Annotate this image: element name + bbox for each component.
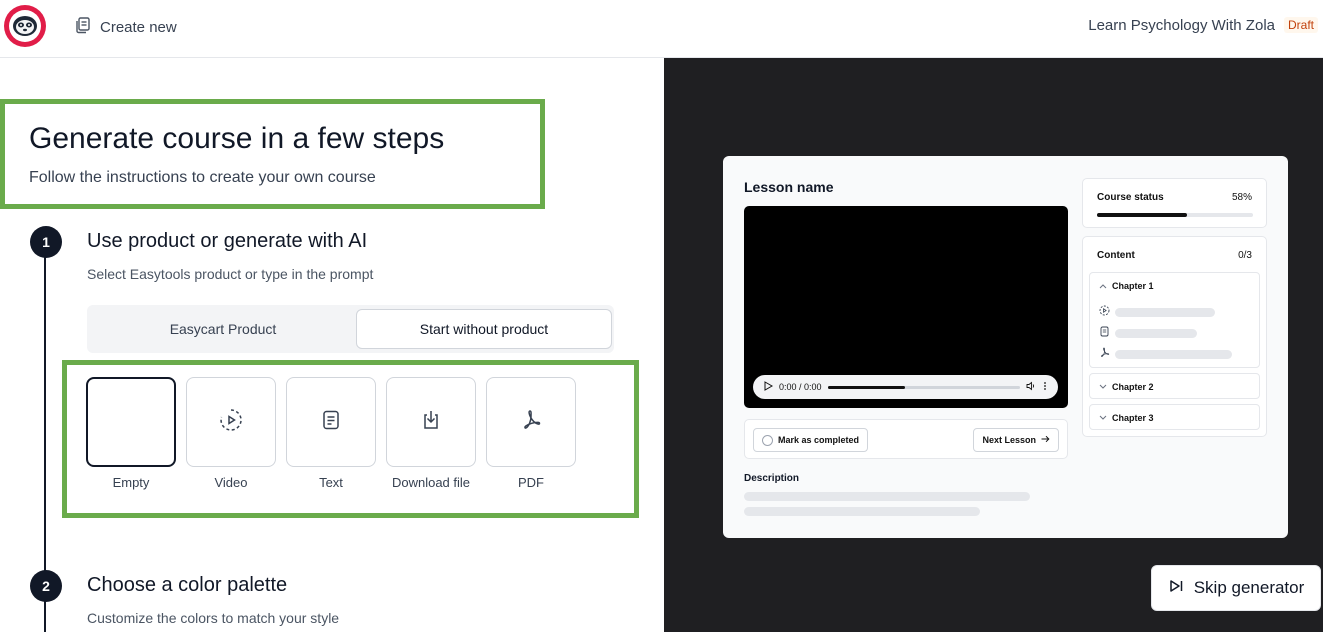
chevron-down-icon bbox=[1099, 413, 1107, 423]
lesson-type-label: Text bbox=[319, 475, 343, 490]
pdf-card[interactable] bbox=[486, 377, 576, 467]
pdf-icon bbox=[1099, 345, 1110, 363]
video-seek-bar[interactable] bbox=[827, 385, 1020, 389]
video-controls: 0:00 / 0:00 bbox=[753, 375, 1058, 399]
chapter-lesson-row[interactable] bbox=[1099, 324, 1197, 342]
volume-icon[interactable] bbox=[1026, 381, 1036, 393]
lesson-type-label: Video bbox=[214, 475, 248, 490]
video-player[interactable]: 0:00 / 0:00 bbox=[744, 206, 1068, 408]
app-logo[interactable] bbox=[4, 5, 46, 47]
course-status-progress-fill bbox=[1097, 213, 1188, 217]
arrow-right-icon bbox=[1041, 435, 1050, 445]
skip-generator-button[interactable]: Skip generator bbox=[1151, 565, 1321, 611]
status-badge: Draft bbox=[1283, 17, 1318, 33]
chapter-header[interactable]: Chapter 1 bbox=[1099, 281, 1154, 291]
description-skeleton-line bbox=[744, 492, 1030, 501]
next-lesson-button[interactable]: Next Lesson bbox=[973, 428, 1059, 452]
pdf-icon bbox=[519, 408, 543, 437]
chapter-header[interactable]: Chapter 3 bbox=[1099, 413, 1154, 423]
chapter-name: Chapter 2 bbox=[1112, 382, 1154, 392]
course-name: Learn Psychology With Zola bbox=[1088, 17, 1275, 34]
step-2-title: Choose a color palette bbox=[87, 574, 288, 596]
lesson-type-pdf[interactable]: PDF bbox=[486, 377, 576, 490]
sloth-logo-icon bbox=[9, 10, 41, 42]
page-title: Generate course in a few steps bbox=[29, 122, 445, 155]
create-new-label: Create new bbox=[100, 18, 177, 36]
video-icon bbox=[1099, 303, 1110, 321]
skip-forward-icon bbox=[1168, 578, 1184, 599]
lesson-type-text[interactable]: Text bbox=[286, 377, 376, 490]
course-status-percent: 58% bbox=[1231, 192, 1252, 203]
step-2-number: 2 bbox=[30, 570, 62, 602]
lesson-type-label: Download file bbox=[391, 475, 471, 490]
chapter-lesson-row[interactable] bbox=[1099, 345, 1232, 363]
lesson-type-video[interactable]: Video bbox=[186, 377, 276, 490]
course-status-card: Course status 58% bbox=[1082, 178, 1267, 228]
top-bar: Create new Learn Psychology With Zola Dr… bbox=[0, 0, 1323, 58]
chapter-lesson-row[interactable] bbox=[1099, 303, 1215, 321]
content-label: Content bbox=[1097, 250, 1135, 261]
easycart-product-option[interactable]: Easycart Product bbox=[91, 309, 355, 349]
copy-document-icon bbox=[74, 16, 92, 38]
more-options-icon[interactable] bbox=[1042, 381, 1048, 393]
course-status-label: Course status bbox=[1097, 192, 1164, 203]
lesson-type-label: PDF bbox=[518, 475, 544, 490]
checkbox-circle-icon bbox=[762, 434, 773, 446]
lesson-actions-bar: Mark as completed Next Lesson bbox=[744, 419, 1068, 459]
content-count: 0/3 bbox=[1238, 250, 1252, 261]
lesson-title-skeleton bbox=[1115, 328, 1197, 338]
step-2-description: Customize the colors to match your style bbox=[87, 610, 340, 626]
lesson-type-empty[interactable]: Empty bbox=[86, 377, 176, 490]
empty-card[interactable] bbox=[86, 377, 176, 467]
chapter-3[interactable]: Chapter 3 bbox=[1089, 404, 1260, 430]
step-1-description: Select Easytools product or type in the … bbox=[87, 266, 374, 282]
download-icon bbox=[420, 409, 442, 436]
document-icon bbox=[1099, 324, 1110, 342]
mark-as-completed-label: Mark as completed bbox=[778, 435, 860, 445]
video-time: 0:00 / 0:00 bbox=[779, 382, 822, 392]
lesson-title-skeleton bbox=[1115, 307, 1215, 317]
lesson-type-download-file[interactable]: Download file bbox=[386, 377, 476, 490]
lesson-name: Lesson name bbox=[744, 179, 834, 195]
course-status-progress-bar bbox=[1097, 213, 1253, 217]
create-new-button[interactable]: Create new bbox=[74, 16, 177, 38]
next-lesson-label: Next Lesson bbox=[982, 435, 1036, 445]
chapter-name: Chapter 1 bbox=[1112, 281, 1154, 291]
chevron-down-icon bbox=[1099, 382, 1107, 392]
description-skeleton-line bbox=[744, 507, 980, 516]
skip-generator-label: Skip generator bbox=[1193, 578, 1305, 597]
chapter-header[interactable]: Chapter 2 bbox=[1099, 382, 1154, 392]
video-icon bbox=[219, 408, 243, 437]
video-seek-progress bbox=[827, 385, 905, 389]
document-icon bbox=[320, 409, 342, 436]
start-without-product-option[interactable]: Start without product bbox=[356, 309, 612, 349]
step-1-number: 1 bbox=[30, 226, 62, 258]
description-label: Description bbox=[744, 473, 800, 484]
step-1-title: Use product or generate with AI bbox=[87, 230, 368, 252]
generator-steps-panel: Generate course in a few steps Follow th… bbox=[0, 58, 664, 632]
video-card[interactable] bbox=[186, 377, 276, 467]
chevron-up-icon bbox=[1099, 281, 1107, 291]
page-subtitle: Follow the instructions to create your o… bbox=[29, 169, 376, 186]
lesson-preview-card: Lesson name 0:00 / 0:00 Mark as complete… bbox=[723, 156, 1288, 538]
chapter-name: Chapter 3 bbox=[1112, 413, 1154, 423]
product-source-toggle: Easycart Product Start without product bbox=[87, 305, 614, 353]
lesson-title-skeleton bbox=[1115, 349, 1232, 359]
chapter-2[interactable]: Chapter 2 bbox=[1089, 373, 1260, 399]
download-file-card[interactable] bbox=[386, 377, 476, 467]
mark-as-completed-button[interactable]: Mark as completed bbox=[753, 428, 869, 452]
course-preview-panel: Lesson name 0:00 / 0:00 Mark as complete… bbox=[664, 58, 1323, 632]
course-content-card: Content 0/3 Chapter 1 Chapter 2 Chapter … bbox=[1082, 236, 1267, 437]
lesson-type-label: Empty bbox=[112, 475, 150, 490]
text-card[interactable] bbox=[286, 377, 376, 467]
play-icon[interactable] bbox=[763, 381, 774, 393]
chapter-1[interactable]: Chapter 1 bbox=[1089, 272, 1260, 368]
